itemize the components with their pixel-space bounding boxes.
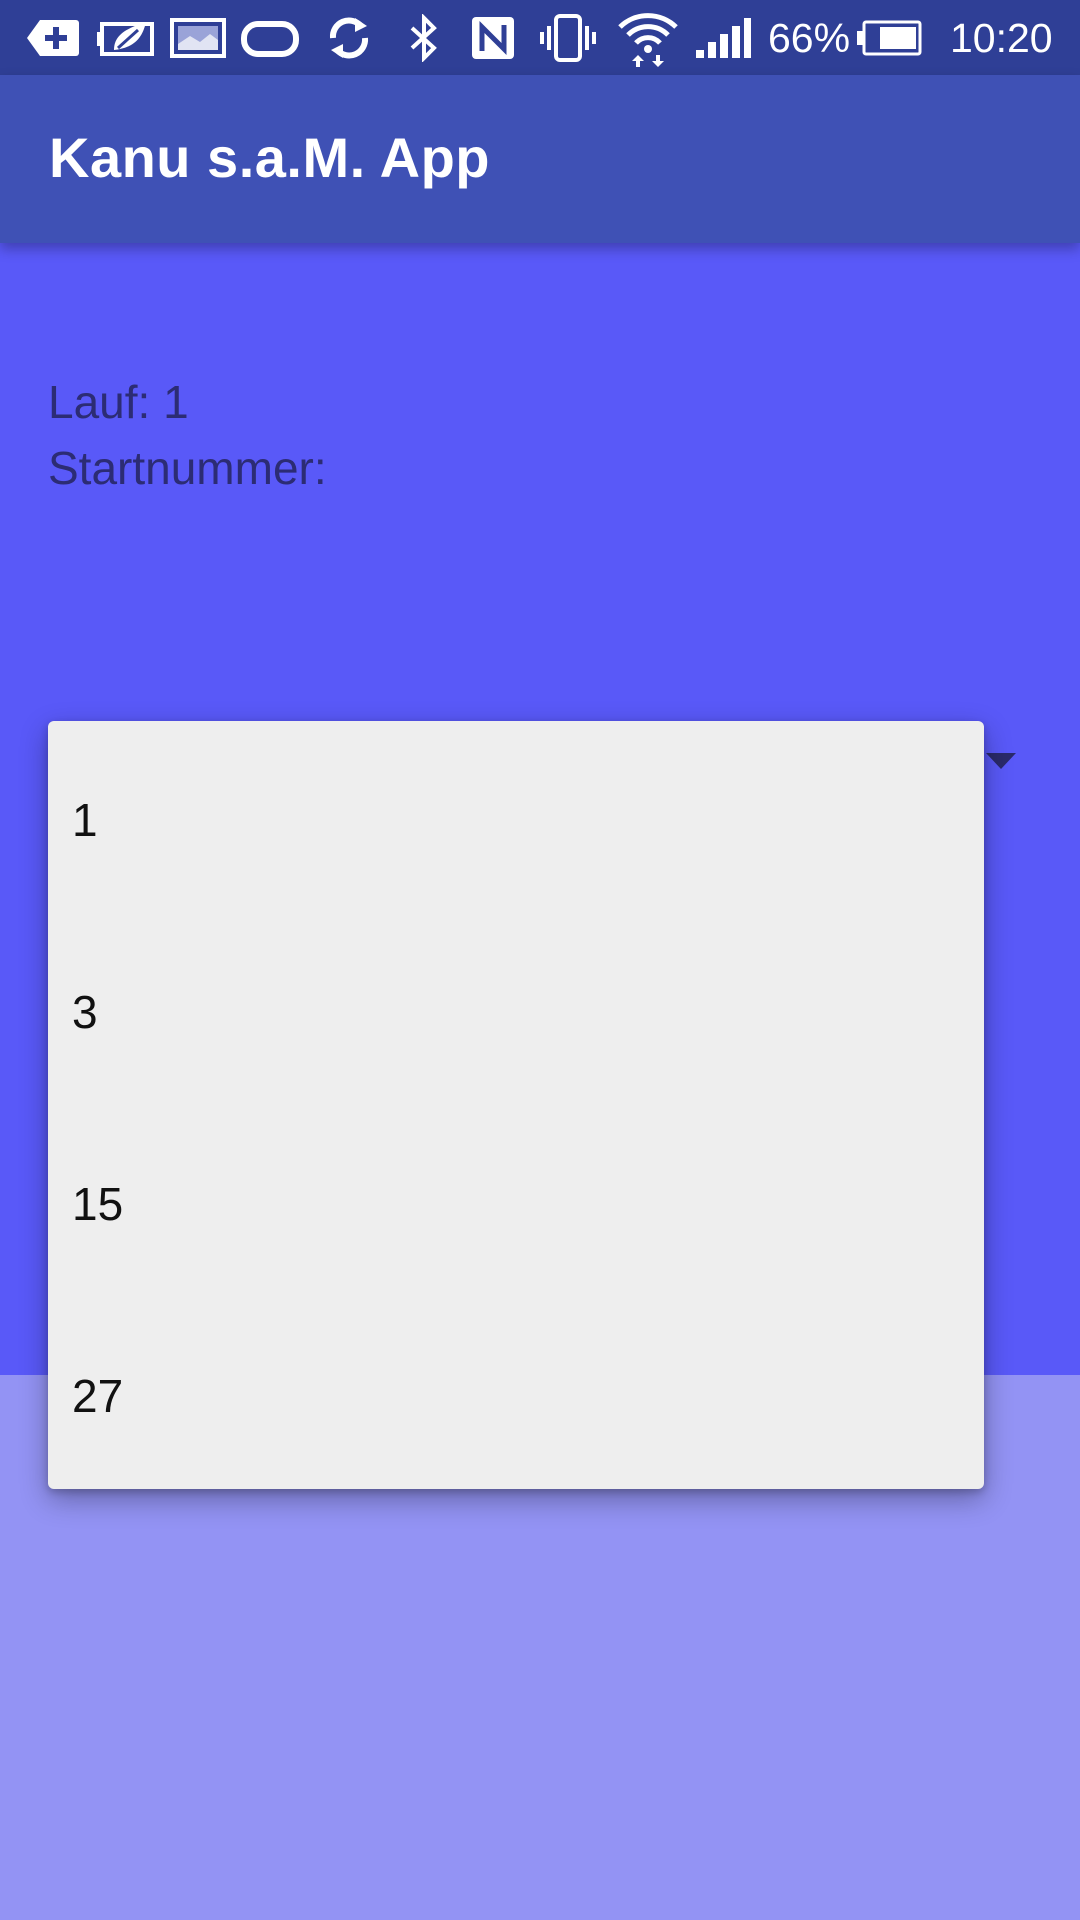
wifi-transfer-icon (616, 13, 680, 67)
battery-icon (856, 14, 922, 62)
battery-saver-leaf-icon (96, 14, 156, 62)
dropdown-option[interactable]: 1 (48, 721, 984, 913)
cellular-signal-icon (694, 14, 752, 62)
status-bar: 66% 10:20 (0, 0, 1080, 75)
dropdown-option[interactable]: 27 (48, 1297, 984, 1489)
lauf-label: Lauf: 1 (48, 376, 189, 428)
image-gallery-icon (170, 14, 226, 62)
nfc-icon (470, 14, 516, 62)
dropdown-option-label: 1 (72, 794, 98, 846)
dropdown-option-label: 15 (72, 1178, 124, 1230)
dropdown-arrow-icon[interactable] (986, 753, 1016, 769)
app-title: Kanu s.a.M. App (49, 126, 491, 189)
clock: 10:20 (950, 15, 1053, 61)
dropdown-option[interactable]: 3 (48, 913, 984, 1105)
bluetooth-icon (404, 14, 444, 62)
dropdown-option-label: 27 (72, 1370, 124, 1422)
app-bar: Kanu s.a.M. App (0, 75, 1080, 243)
rounded-rect-icon (240, 14, 300, 62)
battery-percent: 66% (768, 15, 851, 61)
screen: 66% 10:20 Kanu s.a.M. App Lauf: 1 Startn… (0, 0, 1080, 1920)
startnummer-dropdown: 1 3 15 27 (48, 721, 984, 1489)
dropdown-option[interactable]: 15 (48, 1105, 984, 1297)
vibrate-icon (538, 14, 598, 62)
backspace-plus-icon (26, 14, 80, 62)
sync-icon (323, 14, 375, 62)
startnummer-label: Startnummer: (48, 442, 327, 494)
dropdown-option-label: 3 (72, 986, 98, 1038)
